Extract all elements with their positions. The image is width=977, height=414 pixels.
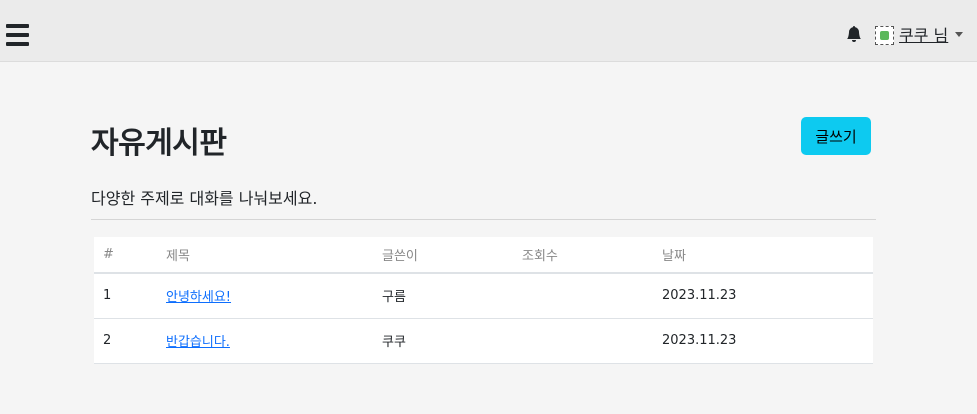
post-writer: 쿠쿠	[373, 318, 513, 364]
post-title-link[interactable]: 반갑습니다.	[166, 335, 230, 350]
post-date: 2023.11.23	[653, 318, 873, 364]
caret-down-icon[interactable]	[955, 32, 963, 37]
post-number: 2	[94, 318, 157, 364]
table-row: 1 안녕하세요! 구름 2023.11.23	[94, 273, 873, 319]
post-title-cell: 반갑습니다.	[157, 318, 373, 364]
post-number: 1	[94, 273, 157, 319]
avatar[interactable]	[875, 26, 894, 45]
post-writer: 구름	[373, 273, 513, 319]
divider	[91, 219, 876, 220]
post-views	[513, 318, 653, 364]
user-name-link[interactable]: 쿠쿠 님	[899, 22, 948, 46]
bell-icon[interactable]	[846, 26, 862, 42]
column-header-title: 제목	[157, 237, 373, 274]
post-views	[513, 273, 653, 319]
table-row: 2 반갑습니다. 쿠쿠 2023.11.23	[94, 318, 873, 364]
column-header-views: 조회수	[513, 237, 653, 274]
board-table: # 제목 글쓴이 조회수 날짜 1 안녕하세요! 구름 2023.11.23 2…	[94, 237, 873, 364]
table-header-row: # 제목 글쓴이 조회수 날짜	[94, 237, 873, 274]
column-header-writer: 글쓴이	[373, 237, 513, 274]
page-subtitle: 다양한 주제로 대화를 나눠보세요.	[91, 189, 318, 208]
column-header-date: 날짜	[653, 237, 873, 274]
menu-icon[interactable]	[6, 24, 29, 46]
top-navbar: 쿠쿠 님	[0, 0, 977, 62]
post-title-cell: 안녕하세요!	[157, 273, 373, 319]
post-date: 2023.11.23	[653, 273, 873, 319]
page-title: 자유게시판	[91, 126, 227, 161]
write-post-button[interactable]: 글쓰기	[801, 117, 871, 155]
post-title-link[interactable]: 안녕하세요!	[166, 290, 231, 305]
column-header-number: #	[94, 237, 157, 274]
